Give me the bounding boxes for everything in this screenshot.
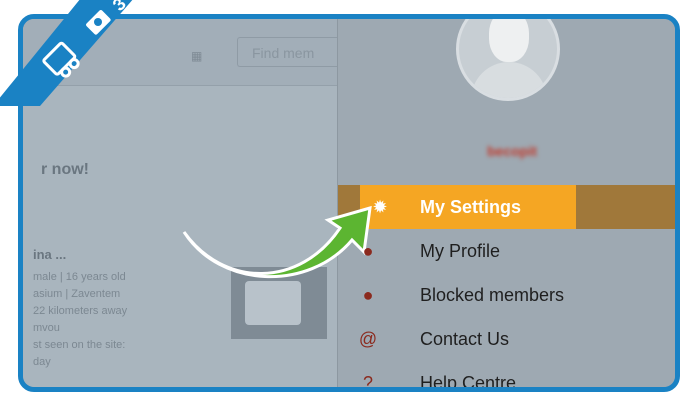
member-detail-line: male | 16 years old [33,271,126,283]
menu-item-label: My Settings [420,196,522,217]
tutorial-badge: 3 [0,0,133,106]
person-icon: ● [362,240,374,261]
member-detail-line: 22 kilometers away [33,305,128,317]
menu-item-blocked-members[interactable]: ● Blocked members [338,273,675,317]
username: becopit [487,143,537,159]
blocked-person-icon: ● [362,284,374,305]
menu-item-label: My Profile [420,240,501,261]
menu-item-label: Blocked members [420,284,565,305]
member-detail-line: asium | Zaventem [33,288,121,300]
member-detail-line: day [33,356,51,368]
help-icon: ? [362,372,373,392]
side-menu: ✹ My Settings ● My Profile ● Blocked mem… [338,185,675,392]
menu-item-label: Help Centre [420,372,517,392]
menu-item-contact-us[interactable]: @ Contact Us [338,317,675,361]
avatar-head [489,19,529,62]
join-now-text: r now! [41,161,89,178]
menu-item-my-profile[interactable]: ● My Profile [338,229,675,273]
avatar[interactable] [456,19,560,101]
menu-item-help-centre[interactable]: ? Help Centre [338,361,675,392]
menu-item-label: Contact Us [420,328,510,349]
member-name[interactable]: ina ... [33,247,66,262]
member-detail-line: st seen on the site: [33,339,126,351]
at-icon: @ [358,328,378,349]
member-detail-line: mvou [33,322,60,334]
menu-item-my-settings[interactable]: ✹ My Settings [338,185,675,229]
avatar-body [471,62,547,98]
gear-icon: ✹ [372,196,388,217]
member-details: male | 16 years old asium | Zaventem 22 … [33,269,127,371]
side-menu-panel: becopit ✹ My Settings ● My Profile ● Blo… [337,19,675,387]
search-input[interactable]: Find mem [237,37,337,67]
